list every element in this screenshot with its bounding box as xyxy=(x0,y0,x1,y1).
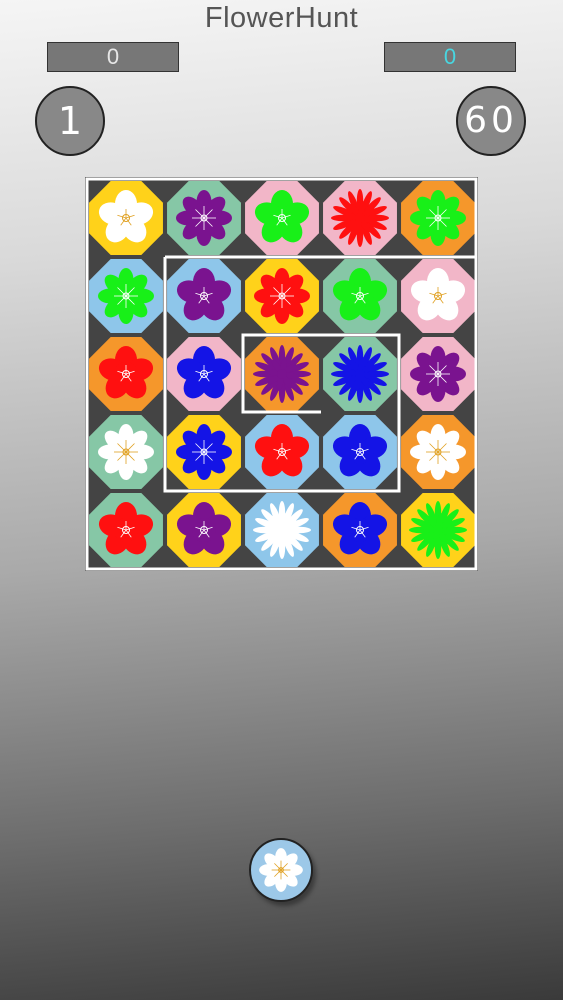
tile-0-4[interactable] xyxy=(401,181,475,255)
tile-0-0[interactable] xyxy=(89,181,163,255)
tile-4-3[interactable] xyxy=(323,493,397,567)
tile-2-1[interactable] xyxy=(167,337,241,411)
tile-4-1[interactable] xyxy=(167,493,241,567)
tile-0-1[interactable] xyxy=(167,181,241,255)
red-chrysanthemum-icon xyxy=(331,189,389,247)
green-chrysanthemum-icon xyxy=(409,501,467,559)
next-flower-button[interactable] xyxy=(249,838,313,902)
blue-chrysanthemum-icon xyxy=(331,345,389,403)
purple-daisy-icon xyxy=(176,190,232,246)
tile-3-1[interactable] xyxy=(167,415,241,489)
white-chrysanthemum-icon xyxy=(253,501,311,559)
tile-1-0[interactable] xyxy=(89,259,163,333)
green-daisy-icon xyxy=(98,268,154,324)
score-left: 0 xyxy=(47,42,179,72)
tile-4-4[interactable] xyxy=(401,493,475,567)
tile-2-2[interactable] xyxy=(245,337,319,411)
white-daisy-icon xyxy=(259,848,303,892)
tile-3-0[interactable] xyxy=(89,415,163,489)
app-title: FlowerHunt xyxy=(204,2,359,34)
tile-4-2[interactable] xyxy=(245,493,319,567)
tile-2-3[interactable] xyxy=(323,337,397,411)
timer-indicator: 60 xyxy=(456,86,526,156)
tile-1-3[interactable] xyxy=(323,259,397,333)
next-flower-icon xyxy=(259,848,303,892)
purple-chrysanthemum-icon xyxy=(253,345,311,403)
tile-2-4[interactable] xyxy=(401,337,475,411)
tile-0-3[interactable] xyxy=(323,181,397,255)
tile-1-4[interactable] xyxy=(401,259,475,333)
tile-1-2[interactable] xyxy=(245,259,319,333)
white-daisy-icon xyxy=(410,424,466,480)
game-board[interactable] xyxy=(85,177,478,571)
score-right: 0 xyxy=(384,42,516,72)
tile-1-1[interactable] xyxy=(167,259,241,333)
tile-3-2[interactable] xyxy=(245,415,319,489)
level-indicator: 1 xyxy=(35,86,105,156)
tile-3-4[interactable] xyxy=(401,415,475,489)
green-daisy-icon xyxy=(410,190,466,246)
tile-4-0[interactable] xyxy=(89,493,163,567)
blue-daisy-icon xyxy=(176,424,232,480)
red-daisy-icon xyxy=(254,268,310,324)
white-daisy-icon xyxy=(98,424,154,480)
tile-3-3[interactable] xyxy=(323,415,397,489)
purple-daisy-icon xyxy=(410,346,466,402)
tile-0-2[interactable] xyxy=(245,181,319,255)
tile-2-0[interactable] xyxy=(89,337,163,411)
